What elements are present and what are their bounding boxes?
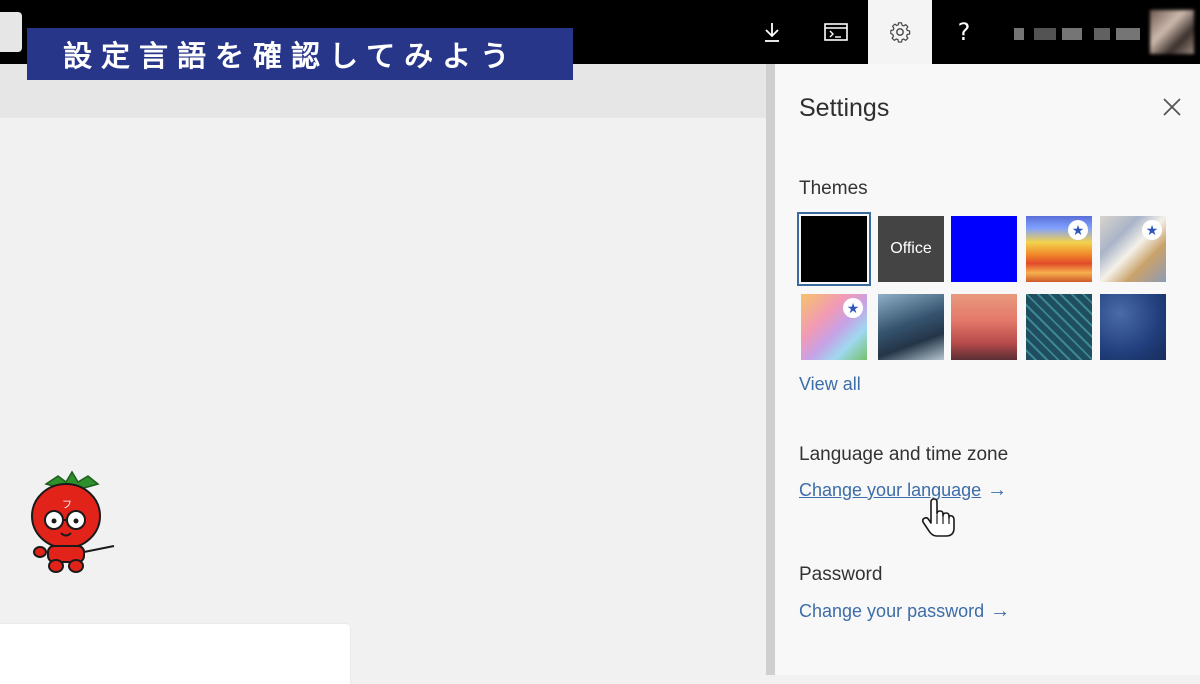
search-box[interactable]: [0, 12, 22, 52]
change-language-link[interactable]: Change your language →: [799, 479, 1007, 502]
console-button[interactable]: [804, 0, 868, 64]
arrow-right-icon: →: [990, 600, 1011, 622]
password-heading: Password: [799, 564, 883, 585]
theme-swatch-circuit[interactable]: [1026, 294, 1092, 360]
premium-star-icon: ★: [1142, 220, 1162, 240]
theme-swatch-rainbow[interactable]: ★: [1026, 216, 1092, 282]
panel-divider: [766, 64, 775, 675]
view-all-themes-link[interactable]: View all: [799, 374, 861, 395]
theme-swatch-label: Office: [890, 240, 932, 257]
download-button[interactable]: [740, 0, 804, 64]
hand-cursor-icon: [921, 498, 955, 537]
svg-text:フ: フ: [62, 500, 72, 511]
theme-swatch-black[interactable]: [797, 212, 871, 286]
close-settings-button[interactable]: [1159, 94, 1185, 120]
arrow-right-icon: →: [987, 479, 1008, 501]
settings-panel: Settings Themes Office ★ ★ ★ View all La…: [775, 64, 1200, 675]
theme-swatch-blue[interactable]: [951, 216, 1017, 282]
avatar: [1150, 10, 1194, 54]
settings-title: Settings: [799, 94, 890, 122]
change-language-label: Change your language: [799, 480, 982, 500]
change-password-link[interactable]: Change your password →: [799, 600, 1010, 623]
console-icon: [824, 23, 848, 41]
account-name-blurred: [1014, 28, 1024, 40]
theme-swatch-unicorn[interactable]: ★: [801, 294, 867, 360]
help-button[interactable]: ?: [932, 0, 996, 64]
themes-heading: Themes: [799, 178, 868, 199]
gear-icon: [890, 22, 911, 43]
change-password-label: Change your password: [799, 601, 985, 621]
language-heading: Language and time zone: [799, 444, 1009, 465]
close-icon: [1163, 98, 1181, 116]
caption-banner: 設定言語を確認してみよう: [27, 28, 573, 80]
theme-swatch-silver-wave[interactable]: ★: [1100, 216, 1166, 282]
help-icon: ?: [957, 18, 971, 46]
premium-star-icon: ★: [1068, 220, 1088, 240]
settings-button[interactable]: [868, 0, 932, 64]
theme-swatch-mountain[interactable]: [878, 294, 944, 360]
tomato-mascot: フ: [31, 470, 115, 573]
download-icon: [765, 23, 779, 42]
theme-swatch-innovation[interactable]: [1100, 294, 1166, 360]
main-content-card: [0, 624, 350, 684]
account-manager[interactable]: [1008, 0, 1200, 64]
theme-swatch-office[interactable]: Office: [878, 216, 944, 282]
theme-swatch-palm-sunset[interactable]: [951, 294, 1017, 360]
premium-star-icon: ★: [843, 298, 863, 318]
theme-grid: Office ★ ★ ★: [797, 212, 1169, 364]
